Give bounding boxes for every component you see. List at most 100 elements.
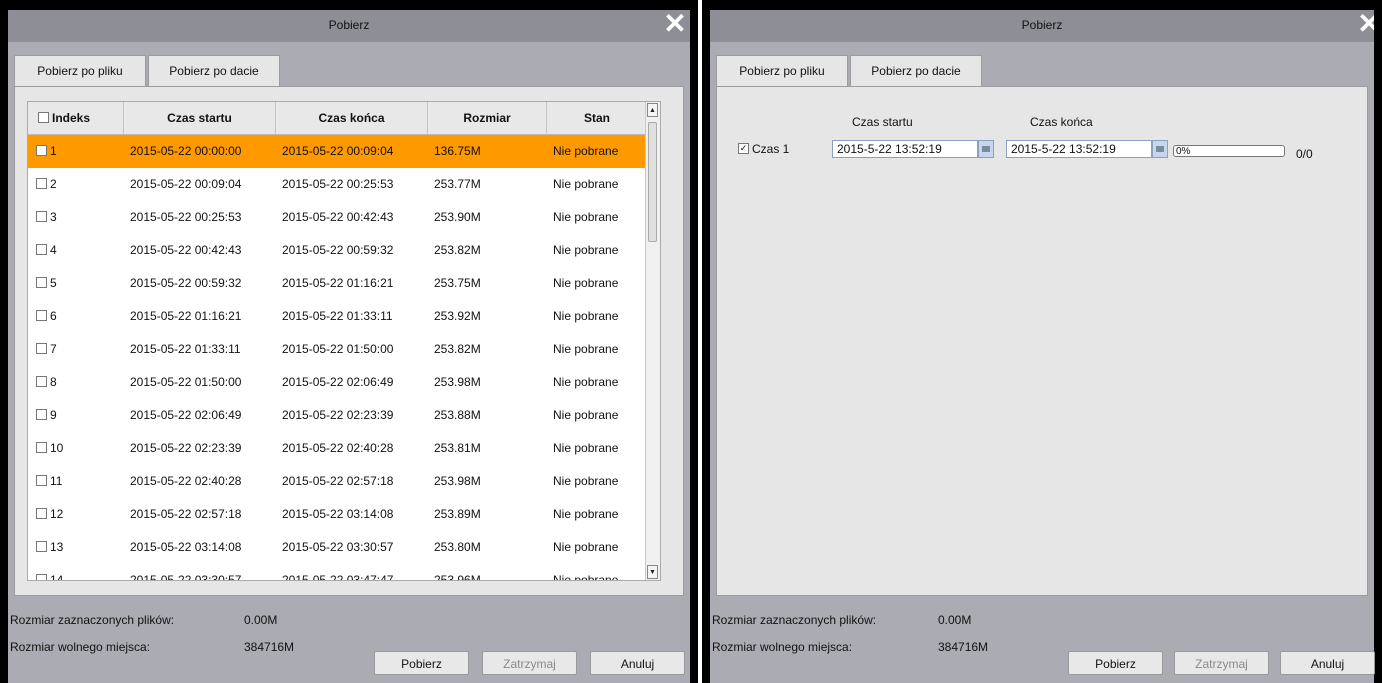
cell-end-time: 2015-05-22 00:25:53: [282, 177, 394, 191]
cell-index[interactable]: 4: [36, 234, 57, 267]
row-checkbox[interactable]: [36, 442, 47, 454]
cell-size: 253.89M: [434, 507, 481, 521]
row-index-label: 8: [50, 375, 57, 389]
calendar-icon[interactable]: [1152, 140, 1168, 158]
cell-index[interactable]: 6: [36, 300, 57, 333]
tab-by-date[interactable]: Pobierz po dacie: [148, 55, 280, 86]
cell-index[interactable]: 10: [36, 432, 63, 465]
cell-start-time: 2015-05-22 00:00:00: [130, 144, 242, 158]
row-checkbox[interactable]: [36, 541, 47, 553]
row-checkbox[interactable]: [36, 244, 47, 256]
cell-start-time: 2015-05-22 01:16:21: [130, 309, 242, 323]
cell-index[interactable]: 14: [36, 564, 63, 580]
cell-index[interactable]: 2: [36, 168, 57, 201]
row-checkbox[interactable]: [36, 310, 47, 322]
end-time-field[interactable]: 2015-5-22 13:52:19: [1006, 140, 1152, 158]
close-icon[interactable]: ✕: [662, 10, 688, 40]
free-space-label: Rozmiar wolnego miejsca:: [712, 640, 853, 654]
row-checkbox[interactable]: [36, 376, 47, 388]
stop-button[interactable]: Zatrzymaj: [482, 651, 577, 675]
header-start-time[interactable]: Czas startu: [124, 102, 276, 134]
cell-state: Nie pobrane: [553, 309, 619, 323]
cell-end-time: 2015-05-22 02:06:49: [282, 375, 394, 389]
cell-size: 253.98M: [434, 375, 481, 389]
row-checkbox[interactable]: [36, 508, 47, 520]
tab-by-file[interactable]: Pobierz po pliku: [716, 55, 848, 86]
cell-state: Nie pobrane: [553, 441, 619, 455]
download-window-by-file: Pobierz ✕ Pobierz po pliku Pobierz po da…: [0, 0, 698, 683]
row-index-label: 10: [50, 441, 64, 455]
cell-size: 253.98M: [434, 474, 481, 488]
start-time-header: Czas startu: [852, 115, 913, 129]
table-row[interactable]: 10 2015-05-22 02:23:39 2015-05-22 02:40:28…: [28, 432, 648, 465]
cell-index[interactable]: 12: [36, 498, 63, 531]
cell-index[interactable]: 5: [36, 267, 57, 300]
stop-button[interactable]: Zatrzymaj: [1174, 651, 1269, 675]
cell-size: 253.77M: [434, 177, 481, 191]
cell-end-time: 2015-05-22 00:59:32: [282, 243, 394, 257]
header-state[interactable]: Stan: [547, 102, 648, 134]
cell-index[interactable]: 1: [36, 135, 57, 168]
cell-index[interactable]: 11: [36, 465, 62, 498]
row-checkbox[interactable]: [36, 211, 47, 223]
time-row[interactable]: ✓ Czas 1: [738, 142, 789, 156]
header-index[interactable]: Indeks: [28, 102, 124, 134]
cell-index[interactable]: 8: [36, 366, 57, 399]
tab-by-date[interactable]: Pobierz po dacie: [850, 55, 982, 86]
row-checkbox[interactable]: [36, 574, 47, 580]
table-row[interactable]: 6 2015-05-22 01:16:21 2015-05-22 01:33:11 2…: [28, 300, 648, 333]
download-button[interactable]: Pobierz: [1068, 651, 1163, 675]
cell-state: Nie pobrane: [553, 573, 619, 581]
selected-size-value: 0.00M: [938, 613, 972, 627]
cell-state: Nie pobrane: [553, 210, 619, 224]
free-space-value: 384716M: [938, 640, 989, 654]
row-checkbox[interactable]: [36, 178, 47, 190]
table-row[interactable]: 2 2015-05-22 00:09:04 2015-05-22 00:25:53 2…: [28, 168, 648, 201]
select-all-checkbox[interactable]: [38, 112, 49, 124]
cell-size: 253.81M: [434, 441, 481, 455]
cell-index[interactable]: 7: [36, 333, 57, 366]
cell-index[interactable]: 9: [36, 399, 57, 432]
vertical-scrollbar[interactable]: ▲ ▼: [645, 102, 660, 580]
row-checkbox[interactable]: [36, 343, 47, 355]
selected-size-label: Rozmiar zaznaczonych plików:: [10, 613, 175, 627]
progress-bar: 0%: [1173, 145, 1285, 157]
scroll-thumb[interactable]: [648, 122, 657, 242]
download-button[interactable]: Pobierz: [374, 651, 469, 675]
cell-index[interactable]: 3: [36, 201, 57, 234]
table-row[interactable]: 8 2015-05-22 01:50:00 2015-05-22 02:06:49 2…: [28, 366, 648, 399]
cell-state: Nie pobrane: [553, 144, 619, 158]
tab-by-file[interactable]: Pobierz po pliku: [14, 55, 146, 86]
header-size[interactable]: Rozmiar: [428, 102, 547, 134]
cell-state: Nie pobrane: [553, 276, 619, 290]
row-checkbox[interactable]: [36, 277, 47, 289]
header-end-time[interactable]: Czas końca: [276, 102, 428, 134]
table-row[interactable]: 1 2015-05-22 00:00:00 2015-05-22 00:09:04 1…: [28, 135, 648, 168]
cell-index[interactable]: 13: [36, 531, 63, 564]
table-row[interactable]: 4 2015-05-22 00:42:43 2015-05-22 00:59:32 2…: [28, 234, 648, 267]
title-bar: Pobierz ✕: [8, 10, 690, 42]
end-time-header: Czas końca: [1030, 115, 1093, 129]
table-row[interactable]: 5 2015-05-22 00:59:32 2015-05-22 01:16:21 2…: [28, 267, 648, 300]
calendar-icon[interactable]: [978, 140, 994, 158]
checkbox-icon[interactable]: ✓: [738, 143, 749, 155]
table-row[interactable]: 11 2015-05-22 02:40:28 2015-05-22 02:57:18…: [28, 465, 648, 498]
row-checkbox[interactable]: [36, 475, 47, 487]
cell-state: Nie pobrane: [553, 474, 619, 488]
cancel-button[interactable]: Anuluj: [590, 651, 685, 675]
table-row[interactable]: 13 2015-05-22 03:14:08 2015-05-22 03:30:57…: [28, 531, 648, 564]
table-row[interactable]: 14 2015-05-22 03:30:57 2015-05-22 03:47:47…: [28, 564, 648, 581]
table-row[interactable]: 9 2015-05-22 02:06:49 2015-05-22 02:23:39 2…: [28, 399, 648, 432]
scroll-down-icon[interactable]: ▼: [647, 565, 658, 579]
scroll-up-icon[interactable]: ▲: [647, 103, 658, 117]
close-icon[interactable]: ✕: [1356, 10, 1374, 40]
table-row[interactable]: 3 2015-05-22 00:25:53 2015-05-22 00:42:43 2…: [28, 201, 648, 234]
row-checkbox[interactable]: [36, 409, 47, 421]
cell-size: 253.75M: [434, 276, 481, 290]
start-time-field[interactable]: 2015-5-22 13:52:19: [832, 140, 978, 158]
row-index-label: 5: [50, 276, 57, 290]
row-checkbox[interactable]: [36, 145, 47, 157]
table-row[interactable]: 12 2015-05-22 02:57:18 2015-05-22 03:14:08…: [28, 498, 648, 531]
table-row[interactable]: 7 2015-05-22 01:33:11 2015-05-22 01:50:00 2…: [28, 333, 648, 366]
cancel-button[interactable]: Anuluj: [1280, 651, 1375, 675]
